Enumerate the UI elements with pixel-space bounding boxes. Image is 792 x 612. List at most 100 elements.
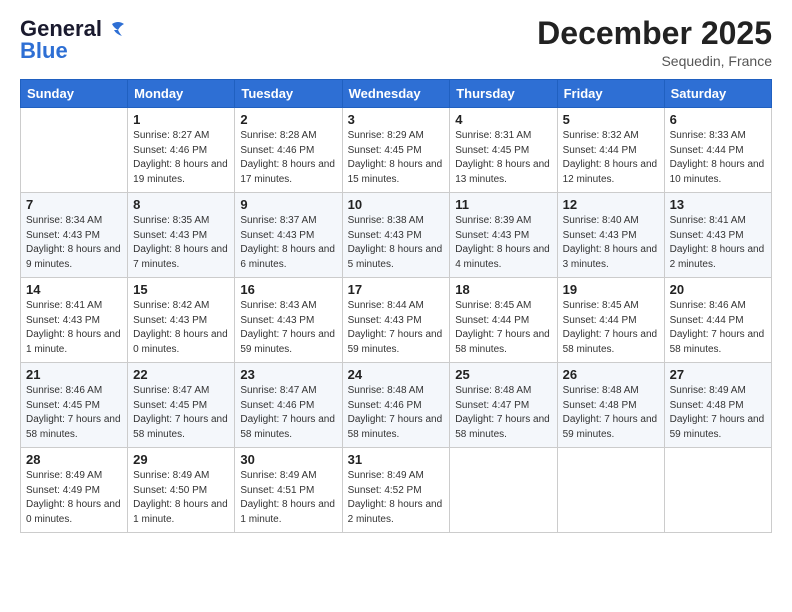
calendar-cell: 12 Sunrise: 8:40 AMSunset: 4:43 PMDayligh… [557, 193, 664, 278]
calendar-cell: 1 Sunrise: 8:27 AMSunset: 4:46 PMDaylight… [128, 108, 235, 193]
calendar-cell: 30Sunrise: 8:49 AMSunset: 4:51 PMDayligh… [235, 448, 342, 533]
day-detail: Sunrise: 8:40 AMSunset: 4:43 PMDaylight:… [563, 214, 659, 272]
day-number: 14 [26, 282, 122, 297]
calendar-cell: 15 Sunrise: 8:42 AMSunset: 4:43 PMDayligh… [128, 278, 235, 363]
col-header-tuesday: Tuesday [235, 80, 342, 108]
day-number: 12 [563, 197, 659, 212]
header-row: SundayMondayTuesdayWednesdayThursdayFrid… [21, 80, 772, 108]
day-detail: Sunrise: 8:45 AMSunset: 4:44 PMDaylight:… [455, 299, 551, 357]
calendar-cell: 24 Sunrise: 8:48 AMSunset: 4:46 PMDayligh… [342, 363, 450, 448]
day-detail: Sunrise: 8:42 AMSunset: 4:43 PMDaylight:… [133, 299, 229, 357]
day-detail: Sunrise: 8:32 AMSunset: 4:44 PMDaylight:… [563, 129, 659, 187]
day-detail: Sunrise: 8:27 AMSunset: 4:46 PMDaylight:… [133, 129, 229, 187]
day-detail: Sunrise: 8:37 AMSunset: 4:43 PMDaylight:… [240, 214, 336, 272]
day-detail: Sunrise: 8:46 AMSunset: 4:45 PMDaylight:… [26, 384, 122, 442]
calendar-cell: 27Sunrise: 8:49 AMSunset: 4:48 PMDayligh… [664, 363, 771, 448]
day-number: 28 [26, 452, 122, 467]
day-detail: Sunrise: 8:44 AMSunset: 4:43 PMDaylight:… [348, 299, 445, 357]
day-number: 18 [455, 282, 551, 297]
week-row-4: 21Sunrise: 8:46 AMSunset: 4:45 PMDayligh… [21, 363, 772, 448]
day-detail: Sunrise: 8:47 AMSunset: 4:46 PMDaylight:… [240, 384, 336, 442]
day-number: 16 [240, 282, 336, 297]
logo-blue: Blue [20, 38, 68, 64]
day-detail: Sunrise: 8:49 AMSunset: 4:50 PMDaylight:… [133, 469, 229, 527]
day-number: 10 [348, 197, 445, 212]
day-number: 19 [563, 282, 659, 297]
col-header-sunday: Sunday [21, 80, 128, 108]
calendar-cell: 7 Sunrise: 8:34 AMSunset: 4:43 PMDaylight… [21, 193, 128, 278]
day-detail: Sunrise: 8:48 AMSunset: 4:48 PMDaylight:… [563, 384, 659, 442]
day-number: 8 [133, 197, 229, 212]
calendar-cell: 18 Sunrise: 8:45 AMSunset: 4:44 PMDayligh… [450, 278, 557, 363]
day-number: 24 [348, 367, 445, 382]
day-number: 25 [455, 367, 551, 382]
day-detail: Sunrise: 8:34 AMSunset: 4:43 PMDaylight:… [26, 214, 122, 272]
day-detail: Sunrise: 8:39 AMSunset: 4:43 PMDaylight:… [455, 214, 551, 272]
day-number: 13 [670, 197, 766, 212]
calendar-container: General Blue December 2025 Sequedin, Fra… [0, 0, 792, 612]
day-detail: Sunrise: 8:28 AMSunset: 4:46 PMDaylight:… [240, 129, 336, 187]
day-number: 6 [670, 112, 766, 127]
day-number: 2 [240, 112, 336, 127]
col-header-monday: Monday [128, 80, 235, 108]
calendar-cell: 21Sunrise: 8:46 AMSunset: 4:45 PMDayligh… [21, 363, 128, 448]
day-detail: Sunrise: 8:49 AMSunset: 4:49 PMDaylight:… [26, 469, 122, 527]
calendar-cell: 26 Sunrise: 8:48 AMSunset: 4:48 PMDayligh… [557, 363, 664, 448]
calendar-cell: 19 Sunrise: 8:45 AMSunset: 4:44 PMDayligh… [557, 278, 664, 363]
day-detail: Sunrise: 8:45 AMSunset: 4:44 PMDaylight:… [563, 299, 659, 357]
day-number: 31 [348, 452, 445, 467]
calendar-cell: 13Sunrise: 8:41 AMSunset: 4:43 PMDayligh… [664, 193, 771, 278]
day-detail: Sunrise: 8:46 AMSunset: 4:44 PMDaylight:… [670, 299, 766, 357]
day-number: 9 [240, 197, 336, 212]
day-number: 20 [670, 282, 766, 297]
day-number: 15 [133, 282, 229, 297]
day-number: 5 [563, 112, 659, 127]
calendar-table: SundayMondayTuesdayWednesdayThursdayFrid… [20, 79, 772, 533]
day-number: 1 [133, 112, 229, 127]
day-detail: Sunrise: 8:47 AMSunset: 4:45 PMDaylight:… [133, 384, 229, 442]
calendar-cell [664, 448, 771, 533]
day-detail: Sunrise: 8:49 AMSunset: 4:48 PMDaylight:… [670, 384, 766, 442]
calendar-cell [450, 448, 557, 533]
calendar-cell: 5 Sunrise: 8:32 AMSunset: 4:44 PMDaylight… [557, 108, 664, 193]
week-row-5: 28 Sunrise: 8:49 AMSunset: 4:49 PMDayligh… [21, 448, 772, 533]
calendar-cell: 29 Sunrise: 8:49 AMSunset: 4:50 PMDayligh… [128, 448, 235, 533]
col-header-wednesday: Wednesday [342, 80, 450, 108]
week-row-2: 7 Sunrise: 8:34 AMSunset: 4:43 PMDaylight… [21, 193, 772, 278]
logo-bird-icon [104, 20, 126, 38]
day-detail: Sunrise: 8:35 AMSunset: 4:43 PMDaylight:… [133, 214, 229, 272]
day-detail: Sunrise: 8:49 AMSunset: 4:52 PMDaylight:… [348, 469, 445, 527]
calendar-cell: 11 Sunrise: 8:39 AMSunset: 4:43 PMDayligh… [450, 193, 557, 278]
day-detail: Sunrise: 8:48 AMSunset: 4:47 PMDaylight:… [455, 384, 551, 442]
day-number: 26 [563, 367, 659, 382]
col-header-thursday: Thursday [450, 80, 557, 108]
calendar-cell: 9 Sunrise: 8:37 AMSunset: 4:43 PMDaylight… [235, 193, 342, 278]
day-detail: Sunrise: 8:41 AMSunset: 4:43 PMDaylight:… [26, 299, 122, 357]
calendar-cell: 17 Sunrise: 8:44 AMSunset: 4:43 PMDayligh… [342, 278, 450, 363]
day-detail: Sunrise: 8:48 AMSunset: 4:46 PMDaylight:… [348, 384, 445, 442]
calendar-cell: 14 Sunrise: 8:41 AMSunset: 4:43 PMDayligh… [21, 278, 128, 363]
day-number: 3 [348, 112, 445, 127]
month-title: December 2025 [537, 16, 772, 51]
week-row-1: 1 Sunrise: 8:27 AMSunset: 4:46 PMDaylight… [21, 108, 772, 193]
calendar-cell: 6 Sunrise: 8:33 AMSunset: 4:44 PMDaylight… [664, 108, 771, 193]
day-number: 17 [348, 282, 445, 297]
day-number: 30 [240, 452, 336, 467]
calendar-cell: 8 Sunrise: 8:35 AMSunset: 4:43 PMDaylight… [128, 193, 235, 278]
day-number: 29 [133, 452, 229, 467]
day-number: 11 [455, 197, 551, 212]
calendar-cell: 4Sunrise: 8:31 AMSunset: 4:45 PMDaylight… [450, 108, 557, 193]
day-detail: Sunrise: 8:33 AMSunset: 4:44 PMDaylight:… [670, 129, 766, 187]
week-row-3: 14 Sunrise: 8:41 AMSunset: 4:43 PMDayligh… [21, 278, 772, 363]
location: Sequedin, France [537, 53, 772, 69]
calendar-cell: 25 Sunrise: 8:48 AMSunset: 4:47 PMDayligh… [450, 363, 557, 448]
day-number: 4 [455, 112, 551, 127]
calendar-cell: 2 Sunrise: 8:28 AMSunset: 4:46 PMDaylight… [235, 108, 342, 193]
day-number: 22 [133, 367, 229, 382]
calendar-cell: 20 Sunrise: 8:46 AMSunset: 4:44 PMDayligh… [664, 278, 771, 363]
calendar-cell: 28 Sunrise: 8:49 AMSunset: 4:49 PMDayligh… [21, 448, 128, 533]
day-number: 7 [26, 197, 122, 212]
title-block: December 2025 Sequedin, France [537, 16, 772, 69]
calendar-cell [557, 448, 664, 533]
calendar-cell: 16Sunrise: 8:43 AMSunset: 4:43 PMDayligh… [235, 278, 342, 363]
